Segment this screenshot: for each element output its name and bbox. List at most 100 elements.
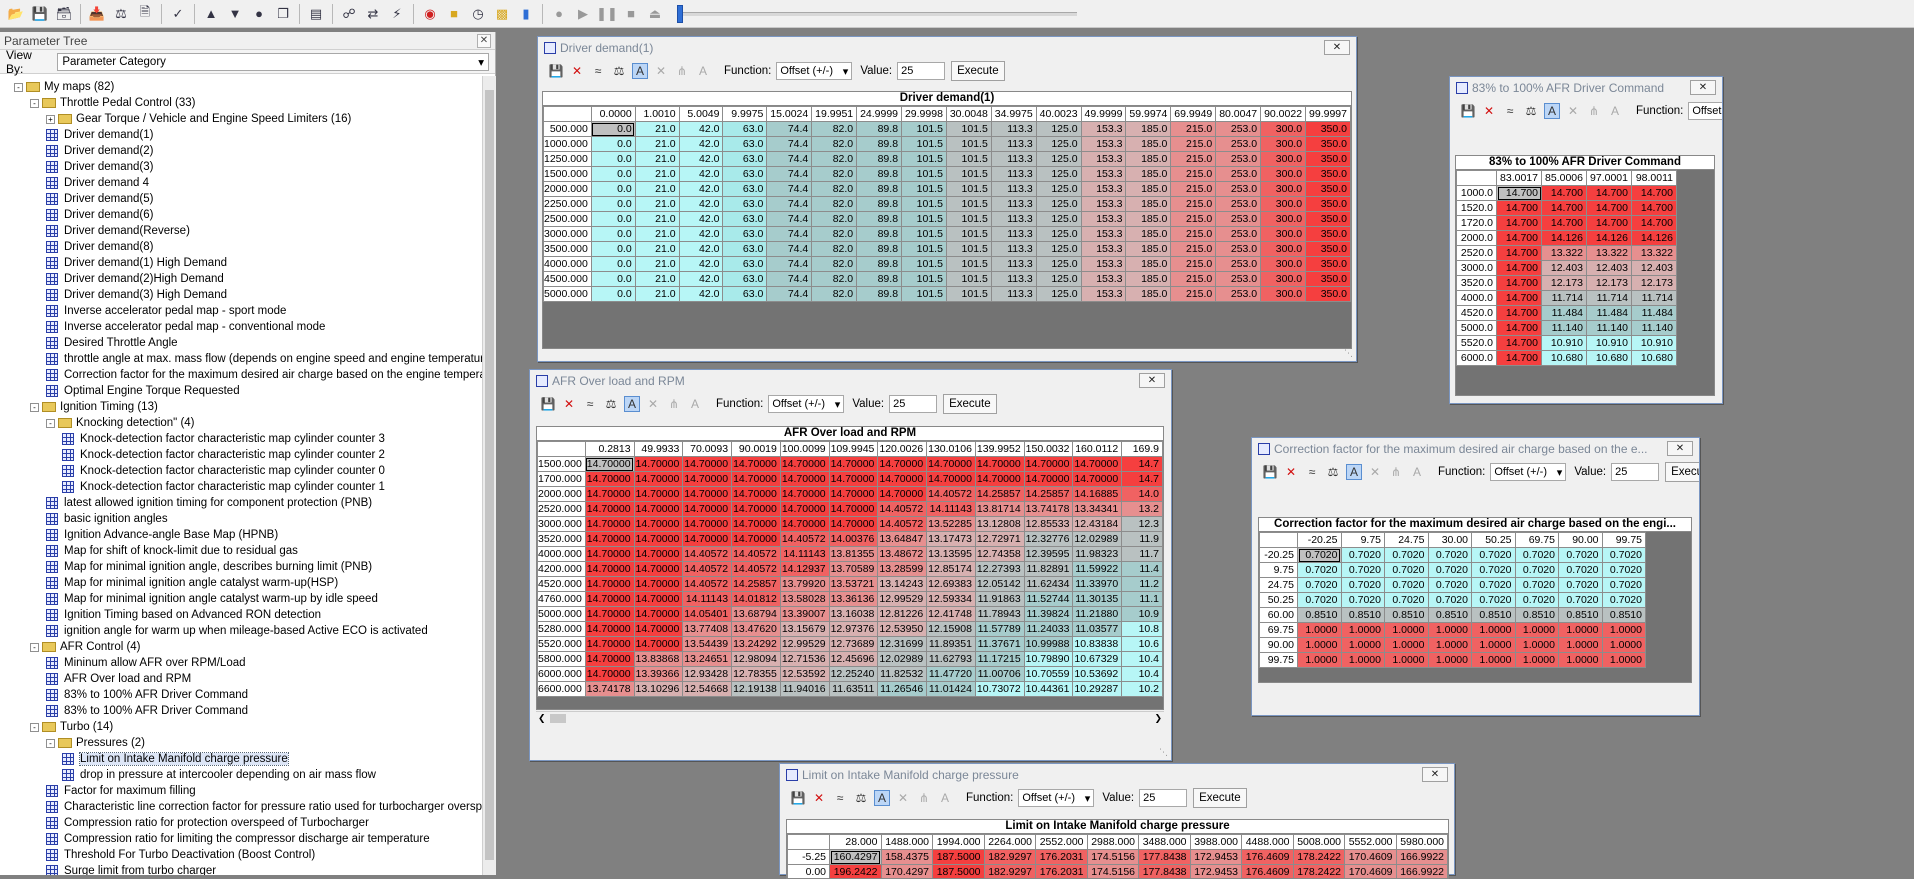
table-cell[interactable]: 14.01812 bbox=[732, 592, 781, 607]
tree-folder[interactable]: -Knocking detection" (4) bbox=[0, 415, 482, 431]
table-cell[interactable]: 300.0 bbox=[1261, 272, 1306, 287]
table-cell[interactable]: 10.29287 bbox=[1073, 682, 1122, 697]
table-cell[interactable]: 12.73689 bbox=[829, 637, 878, 652]
table-cell[interactable]: 0.8510 bbox=[1515, 608, 1559, 623]
table-cell[interactable]: 1.0000 bbox=[1298, 653, 1342, 668]
table-cell[interactable]: 14.7 bbox=[1122, 457, 1163, 472]
table-cell[interactable]: 14.70000 bbox=[634, 547, 683, 562]
table-cell[interactable]: 10.680 bbox=[1542, 351, 1587, 366]
table-cell[interactable]: 13.47620 bbox=[732, 622, 781, 637]
table-cell[interactable]: 174.5156 bbox=[1087, 850, 1139, 865]
tree-item[interactable]: Map for minimal ignition angle, describe… bbox=[0, 559, 482, 575]
table-cell[interactable]: 10.99988 bbox=[1024, 637, 1073, 652]
table-cell[interactable]: 101.5 bbox=[902, 152, 947, 167]
table-cell[interactable]: 253.0 bbox=[1216, 257, 1261, 272]
table-cell[interactable]: 14.70000 bbox=[878, 487, 927, 502]
window-title-bar[interactable]: AFR Over load and RPM ✕ bbox=[530, 370, 1171, 392]
table-cell[interactable]: 101.5 bbox=[902, 287, 947, 302]
table-cell[interactable]: 101.5 bbox=[946, 167, 991, 182]
table-cell[interactable]: 89.8 bbox=[857, 167, 902, 182]
table-cell[interactable]: 1.0000 bbox=[1341, 623, 1385, 638]
collapse-icon[interactable]: - bbox=[30, 723, 39, 732]
table-cell[interactable]: 185.0 bbox=[1126, 227, 1171, 242]
table-cell[interactable]: 215.0 bbox=[1171, 227, 1216, 242]
table-cell[interactable]: 0.7020 bbox=[1515, 593, 1559, 608]
table-cell[interactable]: 14.70000 bbox=[878, 457, 927, 472]
table-cell[interactable]: 215.0 bbox=[1171, 242, 1216, 257]
table-cell[interactable]: 14.70000 bbox=[634, 532, 683, 547]
tree-item[interactable]: Driver demand(6) bbox=[0, 207, 482, 223]
folder-icon[interactable]: ■ bbox=[444, 4, 464, 24]
table-cell[interactable]: 13.58028 bbox=[780, 592, 829, 607]
checksum-icon[interactable]: ✓ bbox=[168, 4, 188, 24]
table-cell[interactable]: 21.0 bbox=[635, 197, 679, 212]
table-cell[interactable]: 89.8 bbox=[857, 182, 902, 197]
table-cell[interactable]: 13.81714 bbox=[975, 502, 1024, 517]
table-cell[interactable]: 101.5 bbox=[946, 212, 991, 227]
table-cell[interactable]: 42.0 bbox=[679, 122, 723, 137]
save-all-icon[interactable]: 🗃 bbox=[54, 4, 74, 24]
table-cell[interactable]: 215.0 bbox=[1171, 122, 1216, 137]
interpolate-icon[interactable]: ⋔ bbox=[666, 396, 682, 412]
table-cell[interactable]: 63.0 bbox=[723, 227, 767, 242]
table-cell[interactable]: 153.3 bbox=[1081, 152, 1126, 167]
function-select[interactable]: Offset (+/-)▾ bbox=[1490, 463, 1566, 481]
table-cell[interactable]: 153.3 bbox=[1081, 242, 1126, 257]
tree-item[interactable]: Optimal Engine Torque Requested bbox=[0, 383, 482, 399]
table-cell[interactable]: 14.25857 bbox=[975, 487, 1024, 502]
table-cell[interactable]: 0.7020 bbox=[1341, 578, 1385, 593]
table-cell[interactable]: 14.70000 bbox=[829, 487, 878, 502]
resize-grip-icon[interactable]: ⋱ bbox=[1344, 348, 1353, 359]
tree-folder[interactable]: +Gear Torque / Vehicle and Engine Speed … bbox=[0, 111, 482, 127]
table-cell[interactable]: 153.3 bbox=[1081, 287, 1126, 302]
table-cell[interactable]: 185.0 bbox=[1126, 272, 1171, 287]
table-cell[interactable]: 12.05142 bbox=[975, 577, 1024, 592]
table-cell[interactable]: 113.3 bbox=[991, 152, 1036, 167]
table-cell[interactable]: 11.140 bbox=[1542, 321, 1587, 336]
table-cell[interactable]: 14.25857 bbox=[1024, 487, 1073, 502]
table-cell[interactable]: 0.7020 bbox=[1298, 578, 1342, 593]
table-cell[interactable]: 10.680 bbox=[1632, 351, 1677, 366]
table-cell[interactable]: 11.1 bbox=[1122, 592, 1163, 607]
table-cell[interactable]: 12.173 bbox=[1542, 276, 1587, 291]
table-cell[interactable]: 74.4 bbox=[767, 227, 812, 242]
table-cell[interactable]: 185.0 bbox=[1126, 197, 1171, 212]
tree-item[interactable]: Ignition Advance-angle Base Map (HPNB) bbox=[0, 527, 482, 543]
interpolate-icon[interactable]: ⋔ bbox=[674, 63, 690, 79]
table-cell[interactable]: 14.70000 bbox=[585, 457, 634, 472]
table-cell[interactable]: 113.3 bbox=[991, 257, 1036, 272]
tree-item[interactable]: Limit on Intake Manifold charge pressure bbox=[0, 751, 482, 767]
table-cell[interactable]: 253.0 bbox=[1216, 122, 1261, 137]
table-cell[interactable]: 153.3 bbox=[1081, 212, 1126, 227]
table-cell[interactable]: 10.44361 bbox=[1024, 682, 1073, 697]
scroll-left-icon[interactable]: ❮ bbox=[538, 713, 546, 724]
tree-item[interactable]: Driver demand(2) bbox=[0, 143, 482, 159]
tree-item[interactable]: Inverse accelerator pedal map - sport mo… bbox=[0, 303, 482, 319]
table-cell[interactable]: 14.40572 bbox=[683, 562, 732, 577]
table-cell[interactable]: 125.0 bbox=[1036, 197, 1081, 212]
table-cell[interactable]: 350.0 bbox=[1306, 182, 1351, 197]
table-cell[interactable]: 14.40572 bbox=[878, 502, 927, 517]
table-cell[interactable]: 63.0 bbox=[723, 197, 767, 212]
graph-icon[interactable]: ≈ bbox=[1304, 464, 1320, 480]
table-cell[interactable]: 1.0000 bbox=[1559, 653, 1603, 668]
table-cell[interactable]: 10.910 bbox=[1587, 336, 1632, 351]
tree-item[interactable]: Map for shift of knock-limit due to resi… bbox=[0, 543, 482, 559]
tree-item[interactable]: Surge limit from turbo charger bbox=[0, 863, 482, 875]
auto-scale-icon[interactable]: A bbox=[624, 396, 640, 412]
table-cell[interactable]: 12.85533 bbox=[1024, 517, 1073, 532]
table-cell[interactable]: 0.7020 bbox=[1385, 578, 1429, 593]
table-cell[interactable]: 14.12937 bbox=[780, 562, 829, 577]
table-cell[interactable]: 14.70000 bbox=[634, 637, 683, 652]
table-cell[interactable]: 0.7020 bbox=[1385, 563, 1429, 578]
table-cell[interactable]: 63.0 bbox=[723, 257, 767, 272]
tree-item[interactable]: Driver demand(3) bbox=[0, 159, 482, 175]
table-cell[interactable]: 253.0 bbox=[1216, 182, 1261, 197]
table-cell[interactable]: 74.4 bbox=[767, 152, 812, 167]
table-cell[interactable]: 125.0 bbox=[1036, 287, 1081, 302]
table-cell[interactable]: 14.70000 bbox=[683, 532, 732, 547]
graph-icon[interactable]: ≈ bbox=[582, 396, 598, 412]
table-cell[interactable]: 14.11143 bbox=[683, 592, 732, 607]
window-afr-over-load-rpm[interactable]: AFR Over load and RPM ✕ 💾✕≈⚖A✕⋔AFunction… bbox=[529, 369, 1172, 761]
table-cell[interactable]: 153.3 bbox=[1081, 122, 1126, 137]
